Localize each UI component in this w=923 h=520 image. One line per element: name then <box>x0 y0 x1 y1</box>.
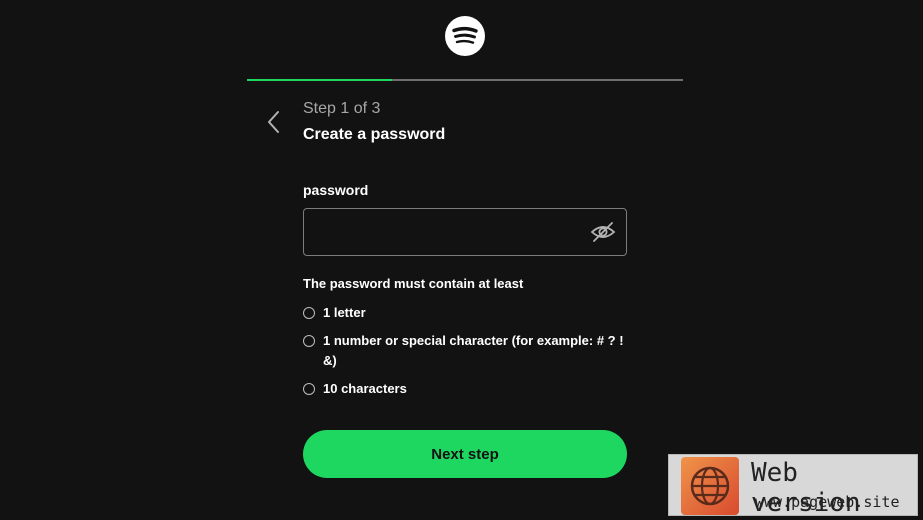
step-indicator: Step 1 of 3 <box>303 100 381 117</box>
requirement-label: 10 characters <box>323 381 407 396</box>
requirement-radio-icon <box>303 383 315 395</box>
requirement-label: 1 letter <box>323 305 366 320</box>
watermark-url: www.pageweb.site <box>755 493 900 511</box>
step-progress-bar <box>247 79 683 81</box>
requirement-item: 10 characters <box>303 381 633 399</box>
page-title: Create a password <box>303 126 446 143</box>
requirement-radio-icon <box>303 307 315 319</box>
spotify-logo-icon <box>445 16 485 56</box>
password-input[interactable] <box>304 209 584 255</box>
next-step-button[interactable]: Next step <box>303 430 627 478</box>
watermark-badge: Web version www.pageweb.site <box>668 454 918 518</box>
chevron-left-icon <box>268 111 279 133</box>
password-field-container <box>303 208 627 256</box>
requirement-item: 1 number or special character (for examp… <box>303 333 633 371</box>
back-button[interactable] <box>262 108 286 136</box>
step-progress-fill <box>247 79 393 81</box>
requirement-label: 1 number or special character (for examp… <box>323 333 624 368</box>
requirements-title: The password must contain at least <box>303 276 524 291</box>
password-label: password <box>303 182 369 198</box>
globe-icon <box>681 457 739 515</box>
requirement-item: 1 letter <box>303 305 633 323</box>
requirement-radio-icon <box>303 335 315 347</box>
eye-slash-icon[interactable] <box>590 220 616 244</box>
